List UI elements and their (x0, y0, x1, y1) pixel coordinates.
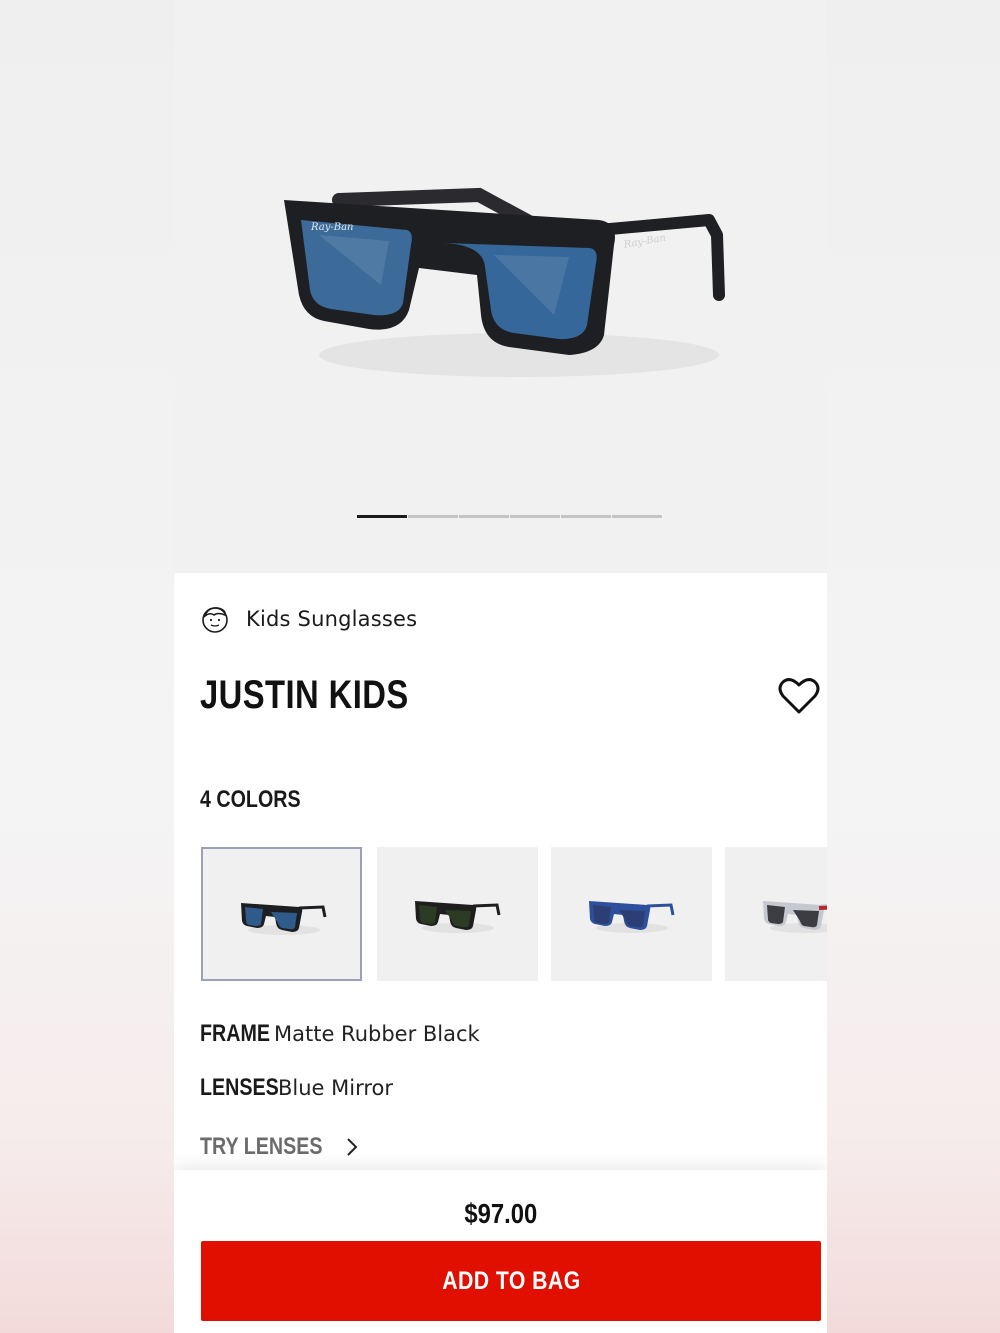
add-to-bag-button[interactable]: ADD TO BAG (201, 1241, 821, 1321)
background-left (0, 0, 174, 1333)
carousel-dot[interactable] (459, 515, 509, 518)
purchase-bar: $97.00 ADD TO BAG (174, 1170, 827, 1333)
swatch-image (589, 901, 675, 933)
chevron-right-icon (347, 1138, 358, 1156)
colors-count: 4 COLORS (200, 786, 301, 813)
color-swatch[interactable] (725, 847, 827, 981)
svg-text:Ray-Ban: Ray-Ban (310, 222, 354, 233)
add-to-bag-label: ADD TO BAG (441, 1266, 581, 1295)
price-text: $97.00 (464, 1198, 537, 1229)
frame-label: FRAME (200, 1020, 270, 1047)
try-lenses-label: TRY LENSES (200, 1133, 323, 1160)
category-text: Kids Sunglasses (246, 607, 418, 631)
color-swatch[interactable] (201, 847, 362, 981)
carousel-dot[interactable] (510, 515, 560, 518)
lenses-value: Blue Mirror (278, 1076, 394, 1100)
product-image: Ray-Ban Ray-Ban (284, 187, 725, 377)
kid-face-icon (202, 607, 228, 633)
frame-spec: FRAME Matte Rubber Black (200, 1020, 480, 1048)
try-lenses-link[interactable]: TRY LENSES (200, 1133, 359, 1161)
lenses-spec: LENSES Blue Mirror (200, 1074, 393, 1102)
carousel-dot[interactable] (357, 515, 407, 518)
price: $97.00 (174, 1198, 827, 1230)
product-page: Ray-Ban Ray-Ban Kids Sunglasses JUSTIN K… (174, 0, 827, 1333)
category-label: Kids Sunglasses (200, 604, 417, 634)
swatch-image (241, 903, 327, 935)
carousel-dot[interactable] (561, 515, 611, 518)
background-right (827, 0, 1000, 1333)
product-title: JUSTIN KIDS (200, 673, 409, 717)
frame-value: Matte Rubber Black (274, 1022, 480, 1046)
heart-icon[interactable] (778, 676, 820, 716)
carousel-dot[interactable] (408, 515, 458, 518)
carousel-indicator[interactable] (357, 515, 663, 518)
color-swatch[interactable] (377, 847, 538, 981)
swatch-image (763, 901, 827, 933)
product-image-gallery[interactable]: Ray-Ban Ray-Ban (174, 0, 827, 573)
carousel-dot[interactable] (612, 515, 662, 518)
lenses-label: LENSES (200, 1074, 279, 1101)
color-swatch[interactable] (551, 847, 712, 981)
swatch-image (415, 901, 501, 933)
svg-text:Ray-Ban: Ray-Ban (622, 233, 667, 251)
